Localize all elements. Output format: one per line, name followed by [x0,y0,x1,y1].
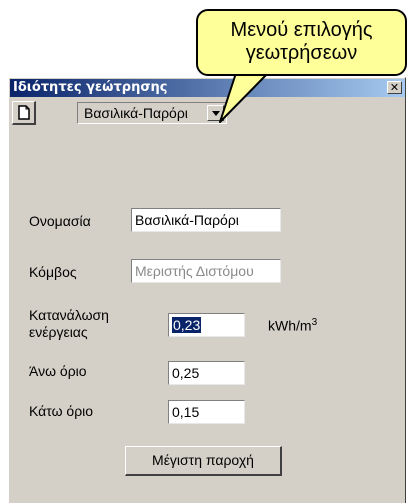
callout-balloon: Μενού επιλογής γεωτρήσεων [196,9,407,76]
callout-line2: γεωτρήσεων [245,42,358,64]
callout-line1: Μενού επιλογής [230,19,373,41]
